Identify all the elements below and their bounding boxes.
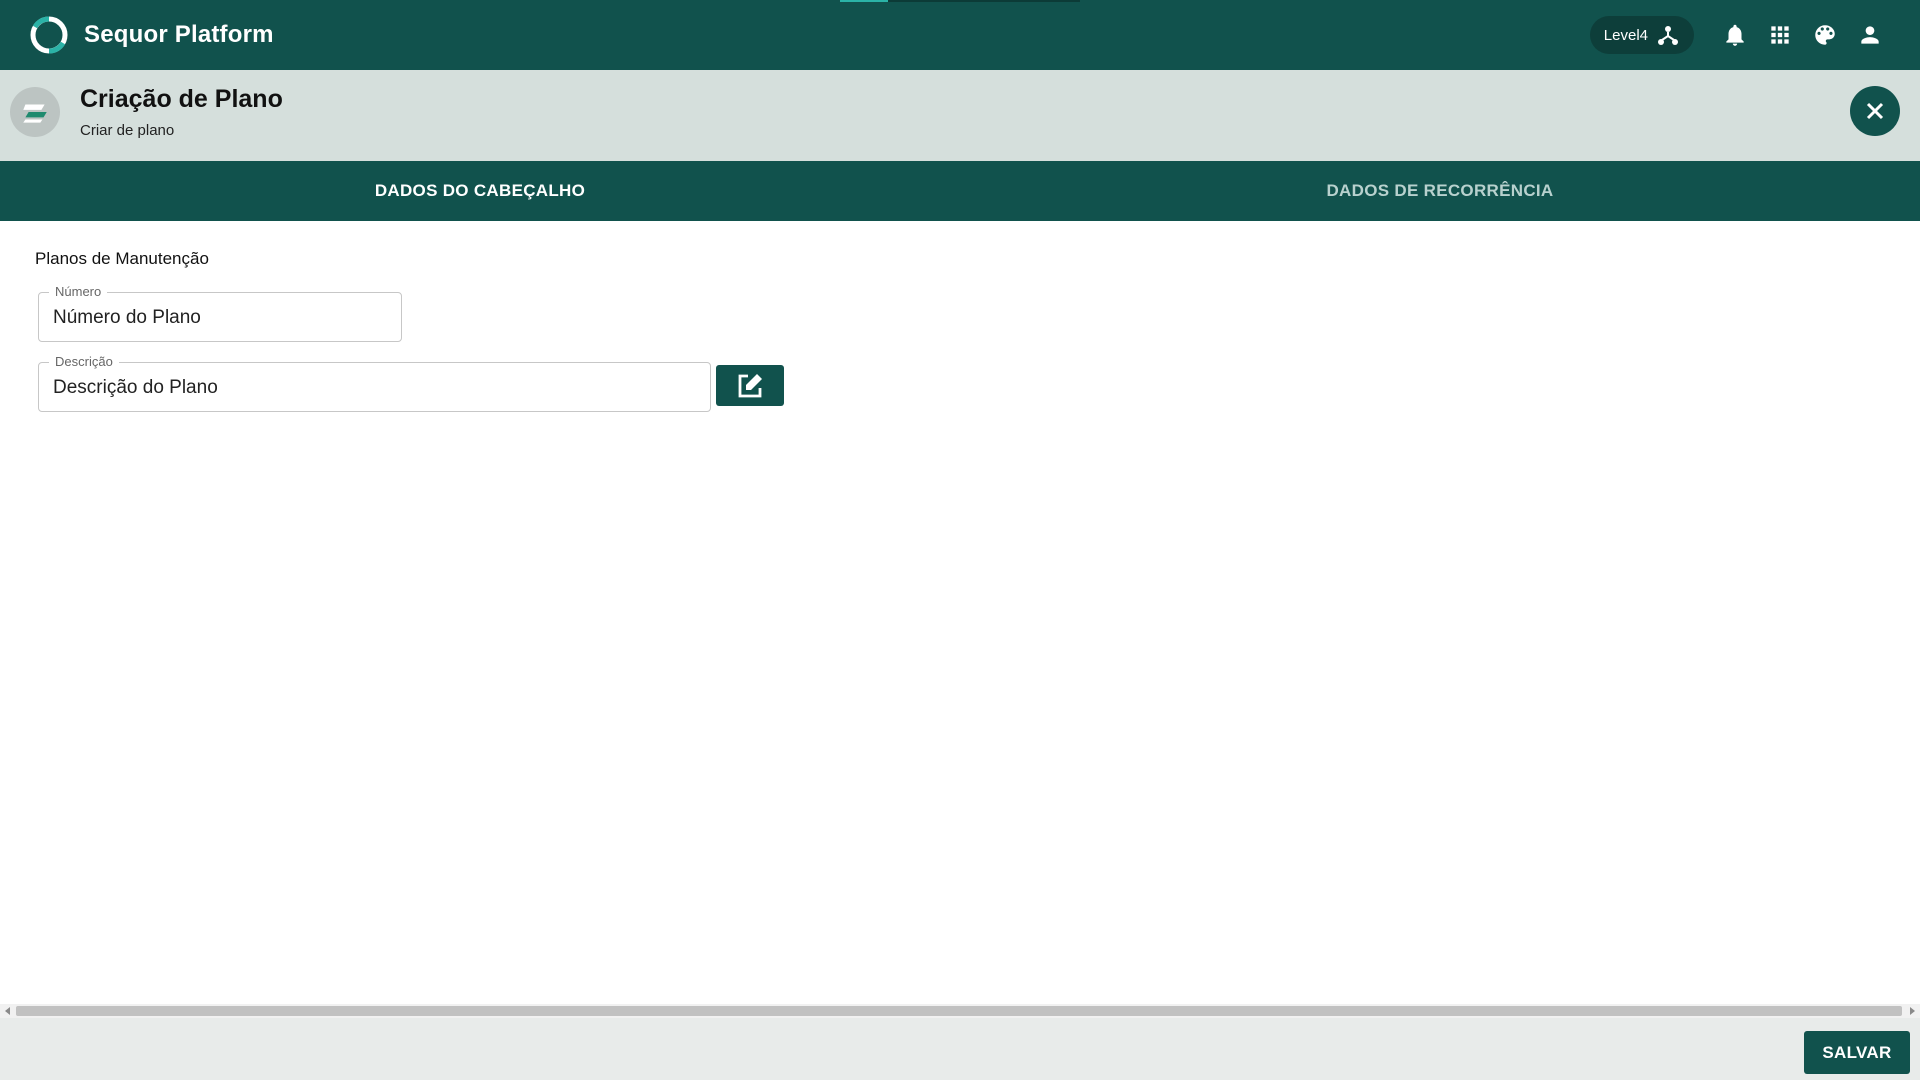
level-label: Level4 xyxy=(1603,26,1648,44)
hierarchy-icon xyxy=(1658,26,1678,45)
theme-button[interactable] xyxy=(1802,13,1847,58)
section-title: Planos de Manutenção xyxy=(35,249,209,268)
descricao-label: Descrição xyxy=(49,354,119,370)
edit-icon xyxy=(738,373,762,397)
descricao-value: Descrição do Plano xyxy=(53,377,218,398)
page-title: Criação de Plano xyxy=(80,85,283,113)
brand[interactable]: Sequor Platform xyxy=(28,14,274,56)
user-menu-button[interactable] xyxy=(1847,13,1892,58)
numero-value: Número do Plano xyxy=(53,307,201,328)
apps-button[interactable] xyxy=(1757,13,1802,58)
apps-grid-icon xyxy=(1770,26,1789,44)
numero-field[interactable]: Número Número do Plano xyxy=(38,284,402,342)
numero-label: Número xyxy=(49,284,108,300)
notifications-button[interactable] xyxy=(1712,13,1757,58)
close-icon xyxy=(1866,102,1884,120)
descricao-field[interactable]: Descrição Descrição do Plano xyxy=(38,354,711,412)
module-avatar xyxy=(10,87,60,137)
app-root: Sequor Platform Level4 Criação de Plano … xyxy=(0,0,1920,1080)
tab-dados-do-cabecalho[interactable]: DADOS DO CABEÇALHO xyxy=(0,161,960,221)
close-button[interactable] xyxy=(1850,86,1900,136)
bell-icon xyxy=(1725,24,1744,46)
tab-dados-de-recorrencia[interactable]: DADOS DE RECORRÊNCIA xyxy=(960,161,1920,221)
page-header: Criação de Plano Criar de plano xyxy=(0,70,1920,161)
horizontal-scrollbar[interactable] xyxy=(0,1004,1920,1018)
page-subtitle: Criar de plano xyxy=(80,122,175,139)
sequor-logo-icon xyxy=(30,16,68,54)
user-icon xyxy=(1860,26,1879,44)
main-content: Planos de Manutenção Número Número do Pl… xyxy=(0,221,1920,1004)
palette-icon xyxy=(1814,25,1835,45)
save-button[interactable]: SALVAR xyxy=(1804,1031,1910,1074)
app-title: Sequor Platform xyxy=(84,21,274,48)
footer-bar: SALVAR xyxy=(0,1018,1920,1080)
module-logo-icon xyxy=(23,104,47,123)
scroll-left-arrow-icon[interactable] xyxy=(5,1007,10,1015)
tabs-bar: DADOS DO CABEÇALHO DADOS DE RECORRÊNCIA xyxy=(0,161,1920,221)
top-bar: Sequor Platform Level4 xyxy=(0,0,1920,70)
scrollbar-thumb[interactable] xyxy=(16,1006,1902,1016)
edit-description-button[interactable] xyxy=(716,365,784,406)
loading-indicator xyxy=(840,0,1080,2)
scroll-right-arrow-icon[interactable] xyxy=(1910,1007,1915,1015)
level-chip[interactable]: Level4 xyxy=(1589,16,1694,54)
top-actions: Level4 xyxy=(1589,0,1892,70)
